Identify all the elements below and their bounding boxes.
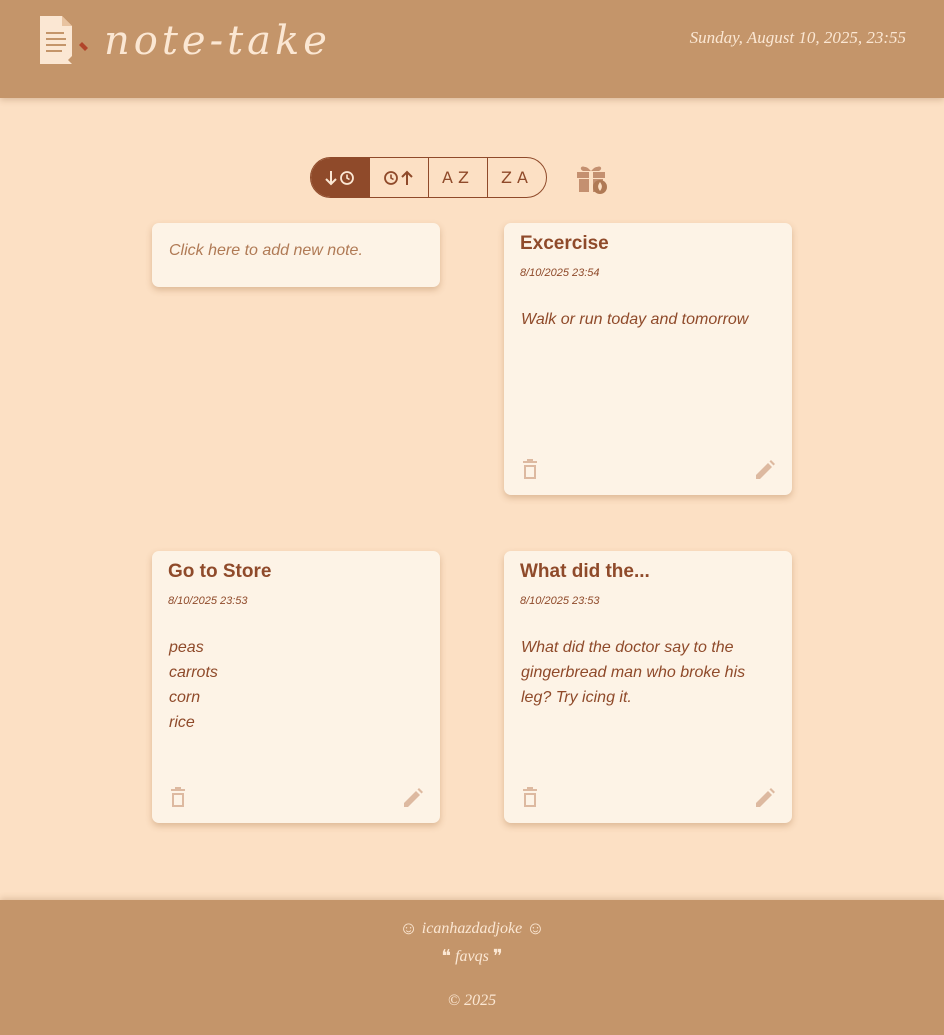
sort-toggle-group: AZ ZA — [310, 157, 547, 198]
note-date: 8/10/2025 23:53 — [168, 595, 248, 607]
newest-first-icon — [325, 170, 354, 185]
note-line: peas — [169, 639, 204, 656]
oldest-first-icon — [384, 170, 413, 185]
sort-newest-first-button[interactable] — [311, 158, 370, 197]
smiley-icon: ☺ — [399, 918, 418, 938]
quote-link[interactable]: ❝ favqs ❞ — [0, 946, 944, 967]
dad-joke-link-label: icanhazdadjoke — [421, 920, 523, 937]
trash-icon[interactable] — [520, 459, 540, 481]
trash-icon[interactable] — [520, 787, 540, 809]
note-card[interactable]: What did the... 8/10/2025 23:53 What did… — [504, 551, 792, 823]
quote-link-label: favqs — [455, 948, 489, 965]
quote-open-icon: ❝ — [441, 946, 452, 966]
gift-icon — [577, 166, 607, 194]
note-body: What did the doctor say to the gingerbre… — [521, 635, 777, 710]
dad-joke-link[interactable]: ☺ icanhazdadjoke ☺ — [0, 918, 944, 939]
note-line: What did the doctor say to the gingerbre… — [521, 639, 746, 706]
sort-z-a-button[interactable]: ZA — [488, 158, 546, 197]
pencil-edit-icon[interactable] — [754, 787, 776, 809]
add-note-card[interactable]: Click here to add new note. — [152, 223, 440, 287]
quote-close-icon: ❞ — [492, 946, 503, 966]
note-card[interactable]: Excercise 8/10/2025 23:54 Walk or run to… — [504, 223, 792, 495]
note-body: peas carrots corn rice — [169, 635, 425, 735]
note-date: 8/10/2025 23:54 — [520, 267, 600, 279]
note-date: 8/10/2025 23:53 — [520, 595, 600, 607]
add-note-prompt[interactable]: Click here to add new note. — [169, 242, 363, 260]
note-line: carrots — [169, 664, 218, 681]
gift-button[interactable] — [566, 158, 618, 202]
note-body: Walk or run today and tomorrow — [521, 307, 777, 332]
app-header: note-take Sunday, August 10, 2025, 23:55 — [0, 0, 944, 98]
sort-a-z-button[interactable]: AZ — [429, 158, 488, 197]
copyright: © 2025 — [447, 992, 497, 1009]
trash-icon[interactable] — [168, 787, 188, 809]
note-title: Excercise — [520, 233, 609, 254]
note-document-pencil-icon — [40, 16, 88, 64]
note-line: rice — [169, 714, 195, 731]
pencil-edit-icon[interactable] — [754, 459, 776, 481]
app-title: note-take — [104, 18, 331, 64]
pencil-edit-icon[interactable] — [402, 787, 424, 809]
note-line: Walk or run today and tomorrow — [521, 311, 749, 328]
smiley-icon: ☺ — [526, 918, 545, 938]
note-title: Go to Store — [168, 561, 272, 582]
note-line: corn — [169, 689, 201, 706]
sort-oldest-first-button[interactable] — [370, 158, 429, 197]
note-title: What did the... — [520, 561, 650, 582]
current-datetime: Sunday, August 10, 2025, 23:55 — [689, 28, 906, 47]
app-footer: ☺ icanhazdadjoke ☺ ❝ favqs ❞ © 2025 — [0, 900, 944, 1035]
note-card[interactable]: Go to Store 8/10/2025 23:53 peas carrots… — [152, 551, 440, 823]
